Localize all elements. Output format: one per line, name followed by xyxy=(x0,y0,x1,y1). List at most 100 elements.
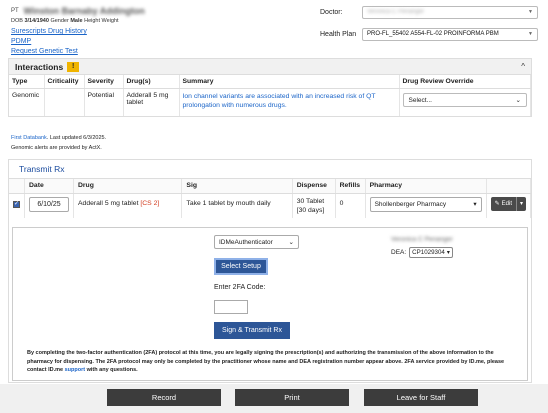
edit-icon: ✎ xyxy=(494,201,500,207)
col-type: Type xyxy=(9,75,45,89)
chevron-down-icon: ⌄ xyxy=(288,239,294,246)
col-summary: Summary xyxy=(179,75,400,89)
health-plan-row: Health Plan PRO-FL_55402 A554-FL-02 PROI… xyxy=(320,27,538,41)
height-label: Height xyxy=(84,18,101,24)
dob-value: 3/14/1940 xyxy=(24,18,49,24)
leave-for-staff-button[interactable]: Leave for Staff xyxy=(364,389,478,406)
col-sig: Sig xyxy=(181,179,293,194)
table-row: Genomic Potential Adderall 5 mg tablet I… xyxy=(9,88,531,116)
col-drugs: Drug(s) xyxy=(123,75,180,89)
chevron-down-icon: ▾ xyxy=(446,249,450,256)
interaction-drugs: Adderall 5 mg tablet xyxy=(123,88,180,116)
support-link[interactable]: support xyxy=(65,367,85,373)
gender-value: Male xyxy=(70,18,83,24)
col-drug-review-override: Drug Review Override xyxy=(399,75,531,89)
doctor-select[interactable]: Veronica C Penanger ▼ xyxy=(362,5,538,19)
dea-select[interactable]: CP1029304 ▾ xyxy=(409,247,453,258)
interaction-criticality xyxy=(44,88,85,116)
transmit-rx-title: Transmit Rx xyxy=(19,164,65,174)
two-factor-panel: IDMeAuthenticator ⌄ Select Setup Enter 2… xyxy=(12,227,528,381)
legal-text-part2: with any questions. xyxy=(86,367,138,373)
twofa-code-label: Enter 2FA Code: xyxy=(214,284,266,291)
drug-cell: Adderall 5 mg tablet [CS 2] xyxy=(73,193,183,218)
health-plan-label: Health Plan xyxy=(320,30,357,38)
dea-label: DEA: xyxy=(391,249,407,256)
cs-badge: [CS 2] xyxy=(140,199,160,207)
health-plan-select[interactable]: PRO-FL_55402 A554-FL-02 PROINFORMA PBM ▼ xyxy=(362,27,538,41)
bottom-action-bar: Record Print Leave for Staff xyxy=(0,384,548,413)
health-plan-value: PRO-FL_55402 A554-FL-02 PROINFORMA PBM xyxy=(367,31,499,37)
edit-button[interactable]: ✎ Edit xyxy=(491,196,517,211)
dea-row: DEA: CP1029304 ▾ xyxy=(391,247,453,258)
col-actions xyxy=(486,179,532,194)
drug-review-override-select[interactable]: Select... ⌄ xyxy=(402,93,527,107)
pharmacy-value: Shollenberger Pharmacy xyxy=(374,200,447,208)
authenticator-select[interactable]: IDMeAuthenticator ⌄ xyxy=(214,235,299,249)
drug-name: Adderall 5 mg tablet xyxy=(78,199,139,207)
select-setup-button[interactable]: Select Setup xyxy=(214,258,268,275)
pharmacy-select[interactable]: Shollenberger Pharmacy ▾ xyxy=(369,196,482,212)
gender-label: Gender xyxy=(50,18,69,24)
interactions-title: Interactions xyxy=(15,61,64,72)
first-databank-link[interactable]: First Databank xyxy=(11,135,47,141)
chevron-down-icon: ▼ xyxy=(528,9,533,15)
col-criticality: Criticality xyxy=(44,75,85,89)
record-button[interactable]: Record xyxy=(107,389,221,406)
dispense-days: [30 days] xyxy=(296,206,325,214)
col-severity: Severity xyxy=(84,75,124,89)
patient-name: Winston Barnaby Addington xyxy=(23,6,145,16)
transmit-header-row: Date Drug Sig Dispense Refills Pharmacy xyxy=(9,179,532,194)
pharmacy-cell: Shollenberger Pharmacy ▾ xyxy=(365,193,487,218)
interactions-panel: Interactions ! ^ Type Criticality Severi… xyxy=(8,58,532,117)
row-checkbox[interactable] xyxy=(13,200,20,208)
sign-transmit-button[interactable]: Sign & Transmit Rx xyxy=(214,322,290,339)
genomic-note: Genomic alerts are provided by ActX. xyxy=(11,145,102,151)
col-refills: Refills xyxy=(335,179,366,194)
edit-dropdown-toggle[interactable]: ▾ xyxy=(517,200,526,207)
interaction-summary-link[interactable]: Ion channel variants are associated with… xyxy=(179,88,400,116)
col-dispense: Dispense xyxy=(292,179,336,194)
databank-note: First Databank. Last updated 6/3/2025. G… xyxy=(11,133,106,153)
drug-review-override-cell: Select... ⌄ xyxy=(399,88,531,116)
patient-name-line: PT Winston Barnaby Addington xyxy=(11,6,301,16)
col-pharmacy: Pharmacy xyxy=(365,179,487,194)
pdmp-link[interactable]: PDMP xyxy=(11,37,301,47)
dispense-quantity: 30 Tablet xyxy=(296,197,325,205)
doctor-value: Veronica C Penanger xyxy=(367,9,425,15)
databank-line: First Databank. Last updated 6/3/2025. xyxy=(11,133,106,143)
doctor-plan-block: Doctor: Veronica C Penanger ▼ Health Pla… xyxy=(320,5,538,49)
chevron-down-icon: ⌄ xyxy=(515,97,521,104)
table-row: 6/10/25 Adderall 5 mg tablet [CS 2] Take… xyxy=(9,193,532,218)
surescripts-drug-history-link[interactable]: Surescripts Drug History xyxy=(11,27,301,37)
warning-icon: ! xyxy=(67,61,80,72)
weight-label: Weight xyxy=(101,18,119,24)
chevron-down-icon: ▼ xyxy=(528,31,533,37)
transmit-rx-header: Transmit Rx xyxy=(9,160,531,179)
collapse-chevron-icon[interactable]: ^ xyxy=(521,62,525,71)
sig-text: Take 1 tablet by mouth daily xyxy=(181,193,293,218)
interaction-severity: Potential xyxy=(84,88,124,116)
request-genetic-test-link[interactable]: Request Genetic Test xyxy=(11,47,301,57)
edit-split-button: ✎ Edit ▾ xyxy=(490,196,526,211)
dob-label: DOB xyxy=(11,18,23,24)
interactions-header[interactable]: Interactions ! ^ xyxy=(9,59,531,75)
patient-links: Surescripts Drug History PDMP Request Ge… xyxy=(11,27,301,57)
interactions-header-row: Type Criticality Severity Drug(s) Summar… xyxy=(9,75,531,89)
doctor-label: Doctor: xyxy=(320,8,343,16)
prescriber-name: Veronica C Penanger xyxy=(391,236,453,243)
actions-cell: ✎ Edit ▾ xyxy=(486,193,532,218)
patient-header: PT Winston Barnaby Addington DOB 3/14/19… xyxy=(11,6,301,57)
date-input[interactable]: 6/10/25 xyxy=(29,196,69,212)
twofa-code-input[interactable] xyxy=(214,300,248,314)
col-date: Date xyxy=(24,179,74,194)
refills-value: 0 xyxy=(335,193,366,218)
transmit-rx-table: Date Drug Sig Dispense Refills Pharmacy … xyxy=(9,179,532,218)
print-button[interactable]: Print xyxy=(235,389,349,406)
patient-prefix: PT xyxy=(11,8,19,14)
col-drug: Drug xyxy=(73,179,183,194)
legal-disclaimer: By completing the two-factor authenticat… xyxy=(27,349,517,375)
dispense-cell: 30 Tablet [30 days] xyxy=(292,193,336,218)
interaction-type: Genomic xyxy=(9,88,45,116)
databank-updated: . Last updated 6/3/2025. xyxy=(46,135,107,141)
authenticator-value: IDMeAuthenticator xyxy=(219,238,273,246)
